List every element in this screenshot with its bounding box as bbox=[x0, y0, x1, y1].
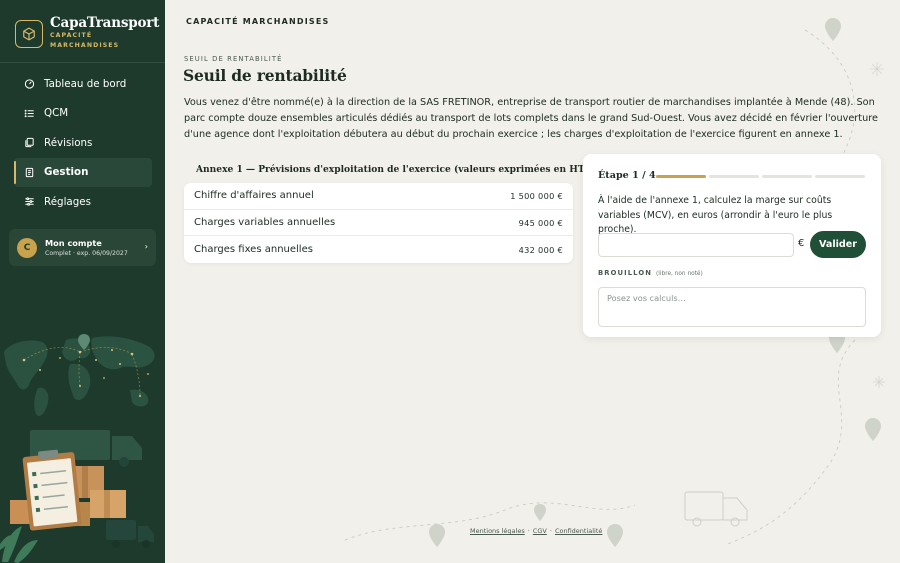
progress-segment bbox=[709, 175, 759, 178]
sidebar-item-label: Réglages bbox=[44, 195, 91, 208]
brand-name: CapaTransport bbox=[50, 15, 160, 31]
copy-pages-icon bbox=[24, 137, 35, 148]
sliders-icon bbox=[24, 196, 35, 207]
table-row: Charges fixes annuelles 432 000 € bbox=[184, 236, 573, 263]
sidebar-item-dashboard[interactable]: Tableau de bord bbox=[0, 69, 165, 99]
footer-link-privacy[interactable]: Confidentialité bbox=[555, 527, 602, 535]
table-row: Chiffre d'affaires annuel 1 500 000 € bbox=[184, 183, 573, 210]
currency-label: € bbox=[798, 238, 805, 249]
account-status: Complet · exp. 06/09/2027 bbox=[45, 249, 128, 257]
annex-row-value: 432 000 € bbox=[518, 244, 563, 255]
sidebar-divider bbox=[0, 62, 165, 63]
sidebar: CapaTransport CAPACITÉ MARCHANDISES Tabl… bbox=[0, 0, 165, 563]
sidebar-item-gestion[interactable]: Gestion bbox=[14, 157, 152, 187]
annex-title: Annexe 1 — Prévisions d'exploitation de … bbox=[196, 164, 589, 175]
draft-label: BROUILLON (libre, non noté) bbox=[598, 269, 703, 277]
footer-link-legal[interactable]: Mentions légales bbox=[470, 527, 525, 535]
draft-hint: (libre, non noté) bbox=[656, 271, 703, 277]
step-card: Étape 1 / 4 À l'aide de l'annexe 1, calc… bbox=[583, 154, 881, 337]
sidebar-nav: Tableau de bord QCM Révisions Gestion Ré… bbox=[0, 69, 165, 217]
sidebar-item-label: Tableau de bord bbox=[44, 77, 127, 90]
footer-separator: · bbox=[527, 527, 530, 535]
sidebar-item-revisions[interactable]: Révisions bbox=[0, 128, 165, 158]
account-name: Mon compte bbox=[45, 237, 102, 248]
avatar: C bbox=[17, 237, 37, 258]
table-row: Charges variables annuelles 945 000 € bbox=[184, 210, 573, 237]
chevron-right-icon: › bbox=[144, 242, 148, 251]
progress-segment bbox=[656, 175, 706, 178]
sidebar-item-qcm[interactable]: QCM bbox=[0, 99, 165, 129]
annex-row-value: 945 000 € bbox=[518, 217, 563, 228]
page-eyebrow: SEUIL DE RENTABILITÉ bbox=[184, 55, 283, 63]
sidebar-item-label: QCM bbox=[44, 107, 69, 120]
sidebar-item-label: Gestion bbox=[44, 166, 89, 179]
page-title: Seuil de rentabilité bbox=[183, 66, 347, 85]
annex-row-label: Charges variables annuelles bbox=[194, 217, 336, 229]
progress-segment bbox=[815, 175, 865, 178]
annex-row-value: 1 500 000 € bbox=[510, 190, 563, 201]
progress-segment bbox=[762, 175, 812, 178]
dashboard-gauge-icon bbox=[24, 78, 35, 89]
footer: Mentions légales · CGV · Confidentialité bbox=[470, 527, 602, 535]
sidebar-item-label: Révisions bbox=[44, 136, 93, 149]
footer-separator: · bbox=[549, 527, 552, 535]
brand-subtitle-1: CAPACITÉ bbox=[50, 32, 93, 39]
validate-button[interactable]: Valider bbox=[810, 231, 866, 258]
cube-icon bbox=[15, 20, 43, 48]
annex-row-label: Chiffre d'affaires annuel bbox=[194, 190, 314, 202]
footer-link-cgv[interactable]: CGV bbox=[533, 527, 547, 535]
draft-textarea[interactable] bbox=[598, 287, 866, 327]
brand-subtitle-2: MARCHANDISES bbox=[50, 42, 120, 49]
annex-row-label: Charges fixes annuelles bbox=[194, 244, 313, 256]
draft-label-text: BROUILLON bbox=[598, 269, 653, 277]
list-icon bbox=[24, 108, 35, 119]
section-label: CAPACITÉ MARCHANDISES bbox=[186, 17, 330, 26]
annex-table: Chiffre d'affaires annuel 1 500 000 € Ch… bbox=[184, 183, 573, 264]
sidebar-item-reglages[interactable]: Réglages bbox=[0, 187, 165, 217]
case-intro: Vous venez d'être nommé(e) à la directio… bbox=[184, 97, 878, 140]
account-card[interactable]: C Mon compte Complet · exp. 06/09/2027 › bbox=[9, 229, 156, 266]
document-icon bbox=[24, 167, 35, 178]
step-progress bbox=[656, 175, 868, 178]
answer-input[interactable] bbox=[598, 233, 794, 257]
step-title: Étape 1 / 4 bbox=[598, 170, 656, 181]
main-content: CAPACITÉ MARCHANDISES SEUIL DE RENTABILI… bbox=[165, 0, 900, 563]
logistics-illustration bbox=[0, 334, 155, 563]
brand[interactable]: CapaTransport CAPACITÉ MARCHANDISES bbox=[15, 16, 159, 51]
